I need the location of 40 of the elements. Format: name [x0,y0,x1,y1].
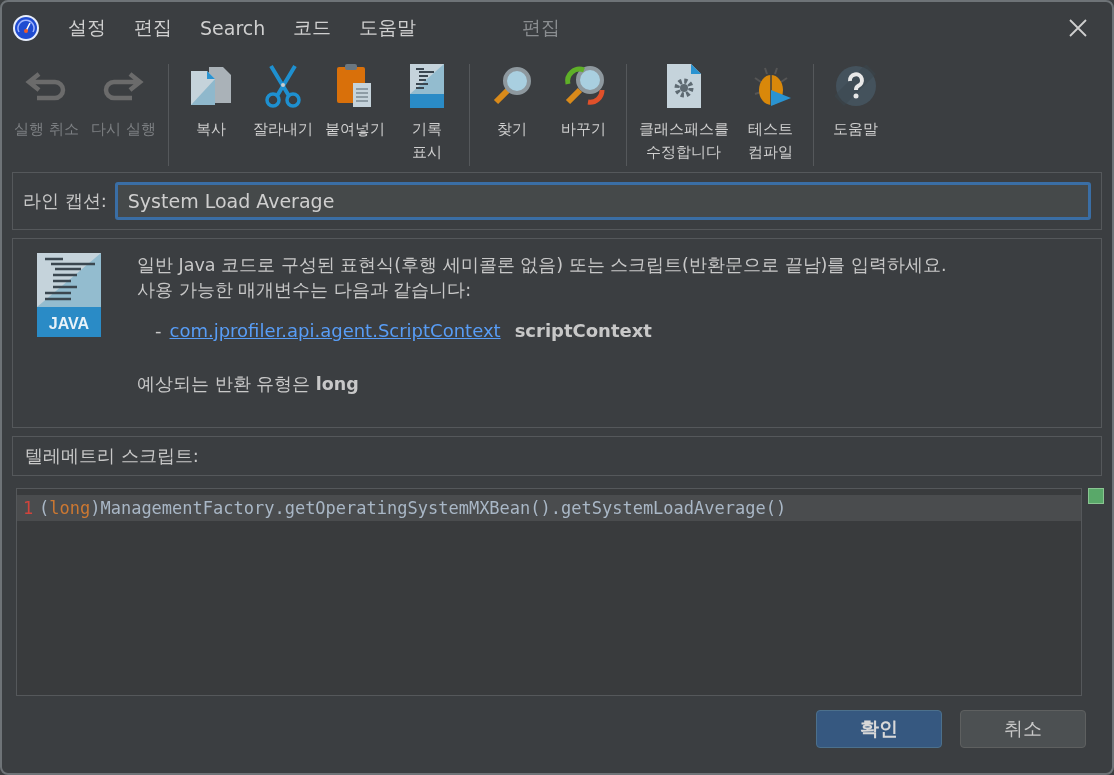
toolbar-button[interactable]: 바꾸기 [547,58,620,172]
icon-label: JAVA [48,315,90,332]
type-link[interactable]: com.jprofiler.api.agent.ScriptContext [169,317,501,344]
line-number: 1 [21,498,35,518]
description-text: 사용 가능한 매개변수는 다음과 같습니다: [137,279,473,303]
code-line: (long)ManagementFactory.getOperatingSystemMXBean().getSystemLoadAverage() [39,498,787,518]
ok-button[interactable]: 확인 [816,710,942,748]
scissors-icon [262,64,303,108]
menu-item[interactable]: 도움말 [359,15,417,41]
menu-item[interactable]: 설정 [68,15,106,41]
return-type-text: 예상되는 반환 유형은 long [137,372,360,396]
parameter-name: scriptContext [514,318,652,343]
window-title: 편집 [522,15,561,40]
toolbar-button[interactable]: 복사 [174,58,247,172]
code-editor[interactable]: 1 (long)ManagementFactory.getOperatingSystemMXBean().getSystemLoadAverage() [16,488,1082,696]
help-icon [834,65,877,107]
toolbar-button[interactable]: 찾기 [475,58,548,172]
undo-arrow-icon [25,71,68,101]
toolbar-button[interactable]: 테스트 컴파일 [734,58,807,172]
caption-input[interactable]: System Load Average [114,182,1091,220]
status-indicator [1088,488,1104,504]
copy-documents-icon [188,65,233,107]
toolbar-button[interactable]: 붙여넣기 [318,58,391,172]
redo-arrow-icon [102,71,145,101]
gauge-icon [12,14,40,42]
description-text: 일반 Java 코드로 구성된 표현식(후행 세미콜론 없음) 또는 스크립트(반환문으로 끝남)를 입력하세요. [137,254,947,277]
java-file-icon [409,64,444,108]
toolbar-button[interactable]: 도움말 [819,58,892,172]
cancel-button[interactable]: 취소 [960,710,1086,748]
gear-file-icon [666,64,701,108]
menu-item[interactable]: 편집 [134,15,172,41]
toolbar-button[interactable]: 기록 표시 [390,58,463,172]
menu-item[interactable]: Search [200,17,266,39]
caption-label: 라인 캡션: [23,189,107,213]
menu-item[interactable]: 코드 [293,15,332,41]
close-icon[interactable] [1068,18,1088,38]
bullet-dash: - [155,318,162,343]
toolbar-button[interactable]: 잘라내기 [246,58,319,172]
toolbar-button[interactable]: 클래스패스를 수정합니다 [632,58,735,172]
script-label: 텔레메트리 스크립트: [25,444,199,468]
